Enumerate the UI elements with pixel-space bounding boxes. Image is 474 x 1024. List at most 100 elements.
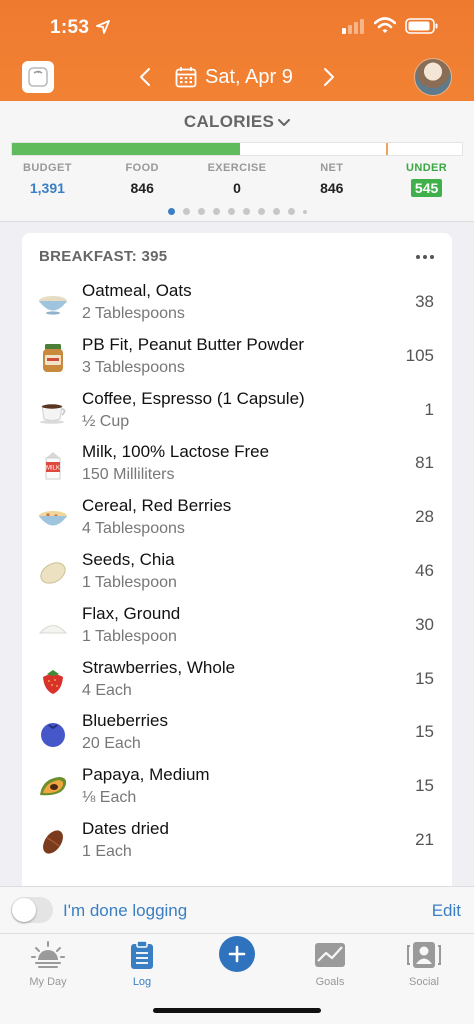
stat-value: 0 [233,180,241,196]
current-date: Sat, Apr 9 [205,65,293,88]
app-header: 1:53 Sat, Apr 9 [0,0,474,101]
food-name: Blueberries [82,711,168,731]
plus-icon [228,945,246,963]
food-calories: 46 [415,561,434,580]
edit-button[interactable]: Edit [432,901,461,921]
page-dot [257,208,265,215]
blueberry-icon [36,717,70,751]
page-dot [167,208,175,215]
tab-my-day[interactable]: My Day [13,938,83,988]
food-name: Oatmeal, Oats [82,281,192,300]
food-name: Coffee, Espresso (1 Capsule) [82,388,305,408]
stat-food: FOOD 846 [95,161,190,197]
peanut-butter-jar-icon [36,341,70,375]
food-name: Strawberries, Whole [82,657,236,677]
ground-flax-icon [36,610,70,644]
food-quantity: ⅛ Each [82,789,137,807]
food-item[interactable]: Cereal, Red Berries 4 Tablespoons 28 [22,492,452,546]
food-item[interactable]: Flax, Ground 1 Tablespoon 30 [22,600,452,654]
food-quantity: 1 Tablespoon [82,627,177,645]
food-item[interactable]: Dates dried 1 Each 21 [22,815,452,869]
food-quantity: 4 Each [82,681,132,699]
food-item[interactable]: Oatmeal, Oats 2 Tablespoons 38 [22,277,452,331]
battery-icon [405,18,438,34]
stat-label: UNDER [406,162,448,174]
oatmeal-bowl-icon [36,287,70,321]
food-calories: 15 [415,722,434,742]
wifi-icon [374,17,396,33]
clipboard-icon [131,940,153,969]
food-item[interactable]: Blueberries 20 Each 15 [22,707,452,761]
page-dot [242,208,250,215]
food-item[interactable]: Papaya, Medium ⅛ Each 15 [22,761,452,815]
chevron-right-icon [324,68,334,86]
more-options-button[interactable] [416,255,434,259]
food-item[interactable]: Strawberries, Whole 4 Each 15 [22,654,452,708]
date-fruit-icon [36,825,70,859]
food-quantity: 150 Milliliters [82,466,175,484]
tab-social[interactable]: Social [389,938,459,988]
profile-avatar[interactable] [414,58,452,96]
status-time: 1:53 [50,17,90,38]
tab-label: Log [132,976,152,988]
food-calories: 81 [415,453,434,473]
seed-icon [36,556,70,590]
food-quantity: 1 Each [82,843,132,860]
page-dot [197,208,205,215]
stat-value: 1,391 [29,180,65,196]
scale-button[interactable] [22,61,54,93]
under-badge: 545 [410,179,443,197]
next-day-button[interactable] [318,63,340,91]
done-logging-label: I'm done logging [63,901,188,920]
food-calories: 38 [415,292,434,311]
coffee-cup-icon [36,395,70,429]
location-arrow-icon [96,20,110,34]
food-item[interactable]: Seeds, Chia 1 Tablespoon 46 [22,546,452,600]
page-dot [182,208,190,215]
breakfast-card: BREAKFAST: 395 Oatmeal, Oats 2 Tablespoon… [22,233,452,893]
tab-label: Social [409,976,439,988]
more-dot-icon [430,255,434,259]
stat-budget: BUDGET 1,391 [0,161,95,197]
date-selector[interactable]: Sat, Apr 9 [175,63,293,91]
page-indicator[interactable] [0,208,474,215]
food-calories: 105 [405,345,434,365]
food-calories: 28 [415,507,434,527]
calorie-progress-bar [11,142,463,156]
budget-marker [386,143,389,155]
tab-log[interactable]: Log [107,938,177,988]
stat-label: BUDGET [22,162,72,174]
food-name: Flax, Ground [82,603,181,623]
toggle-knob [12,898,36,922]
social-person-icon [407,942,441,968]
food-item[interactable]: PB Fit, Peanut Butter Powder 3 Tablespoon… [22,331,452,385]
page-dot [272,208,280,215]
food-name: Papaya, Medium [82,765,210,785]
food-item[interactable]: Coffee, Espresso (1 Capsule) ½ Cup 1 [22,385,452,439]
page-dot [287,208,295,215]
weight-scale-icon [28,67,48,87]
food-name: Dates dried [82,819,169,838]
page-dot [302,209,307,214]
food-quantity: ½ Cup [82,412,130,430]
chevron-left-icon [140,68,150,86]
chevron-down-icon [278,118,291,126]
add-food-button[interactable] [219,936,255,972]
goals-chart-icon [315,943,345,967]
calorie-progress-fill [12,143,240,155]
food-calories: 15 [415,668,434,688]
more-dot-icon [416,255,420,259]
food-calories: 1 [424,399,434,419]
food-item[interactable]: MILK Milk, 100% Lactose Free 150 Millilite… [22,438,452,492]
page-dot [212,208,220,215]
tab-goals[interactable]: Goals [295,938,365,988]
summary-type-selector[interactable]: CALORIES [0,112,474,132]
stat-under: UNDER 545 [379,161,474,197]
previous-day-button[interactable] [134,63,156,91]
calorie-summary: CALORIES BUDGET 1,391 FOOD 846 EXERCISE … [0,101,474,222]
cereal-bowl-icon [36,502,70,536]
tab-label: Goals [315,976,345,988]
done-logging-toggle[interactable] [11,897,53,923]
food-name: PB Fit, Peanut Butter Powder [82,334,305,354]
tab-label: My Day [29,976,67,988]
